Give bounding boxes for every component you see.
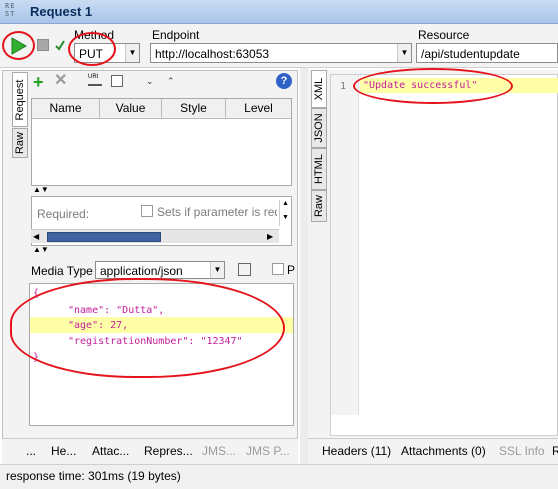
tab-json[interactable]: JSON — [311, 108, 327, 148]
tab-ssl-info[interactable]: SSL Info — [499, 444, 545, 458]
tab-response-attachments[interactable]: Attachments (0) — [401, 444, 486, 458]
chevron-down-icon: ▼ — [397, 44, 411, 62]
help-icon[interactable]: ? — [276, 73, 292, 89]
uri-param-icon[interactable]: URI — [88, 74, 102, 86]
tab-response-headers[interactable]: Headers (11) — [322, 444, 391, 458]
chevron-down-icon: ▼ — [125, 44, 139, 62]
response-editor[interactable] — [330, 74, 558, 436]
clone-icon[interactable] — [111, 75, 123, 87]
move-up-icon[interactable]: ⌃ — [167, 76, 175, 87]
panel-splitter[interactable] — [300, 68, 308, 464]
stop-button[interactable] — [37, 39, 49, 51]
line-number: 1 — [340, 81, 347, 92]
required-label: Required: — [37, 207, 90, 221]
splitter-handle[interactable]: ▲▼ — [33, 245, 49, 254]
resource-label: Resource — [418, 28, 470, 42]
remove-param-icon[interactable]: ✕ — [54, 73, 67, 89]
line-number-gutter — [331, 75, 359, 415]
params-table: Name Value Style Level — [31, 98, 292, 186]
horizontal-scrollbar[interactable]: ◀ ▶ — [31, 229, 279, 243]
column-header-style[interactable]: Style — [162, 99, 226, 119]
response-time-text: response time: 301ms (19 bytes) — [6, 469, 181, 483]
chevron-down-icon: ▼ — [210, 262, 224, 278]
move-down-icon[interactable]: ⌄ — [146, 76, 154, 87]
new-endpoint-icon[interactable] — [54, 38, 66, 52]
annotation-circle-play — [2, 31, 35, 60]
column-header-name[interactable]: Name — [32, 99, 100, 119]
tab-raw[interactable]: Raw — [12, 128, 28, 158]
column-header-level[interactable]: Level — [226, 99, 291, 119]
tab-jms-properties[interactable]: JMS P... — [246, 444, 290, 458]
add-param-icon[interactable]: + — [33, 73, 44, 91]
rest-logo-icon: RE ST — [5, 2, 16, 18]
tab-headers[interactable]: He... — [51, 444, 76, 458]
post-qs-label: P — [287, 263, 296, 277]
tab-xml[interactable]: XML — [311, 70, 327, 108]
tab-attachments[interactable]: Attac... — [92, 444, 129, 458]
required-checkbox[interactable] — [141, 205, 153, 217]
endpoint-select[interactable]: http://localhost:63053 ▼ — [150, 43, 412, 63]
tab-request[interactable]: Request — [12, 72, 28, 127]
tab-more[interactable]: ... — [26, 444, 36, 458]
tab-raw-response[interactable]: Raw — [311, 190, 327, 222]
media-type-select[interactable]: application/json ▼ — [95, 261, 225, 279]
window-title: Request 1 — [30, 4, 93, 19]
splitter-handle[interactable]: ▲▼ — [33, 185, 49, 194]
tab-jms-headers[interactable]: JMS... — [202, 444, 236, 458]
tab-response-more[interactable]: R — [552, 444, 558, 458]
scrollbar-thumb[interactable] — [47, 232, 161, 242]
recreate-icon[interactable] — [238, 263, 251, 276]
endpoint-value: http://localhost:63053 — [155, 47, 270, 61]
column-header-value[interactable]: Value — [100, 99, 162, 119]
annotation-circle-method — [68, 32, 116, 66]
endpoint-label: Endpoint — [152, 28, 200, 42]
media-type-value: application/json — [100, 264, 183, 278]
media-type-label: Media Type — [31, 264, 93, 278]
sets-if-label: Sets if parameter is req — [157, 205, 277, 219]
annotation-circle-body — [10, 278, 285, 378]
tab-representations[interactable]: Repres... — [144, 444, 193, 458]
details-scroll-button[interactable]: ▲ ▼ — [279, 200, 291, 226]
tab-html[interactable]: HTML — [311, 148, 327, 190]
resource-value: /api/studentupdate — [421, 47, 520, 61]
post-qs-checkbox[interactable] — [272, 263, 284, 275]
annotation-circle-response — [353, 68, 513, 104]
resource-input[interactable]: /api/studentupdate — [416, 43, 558, 63]
